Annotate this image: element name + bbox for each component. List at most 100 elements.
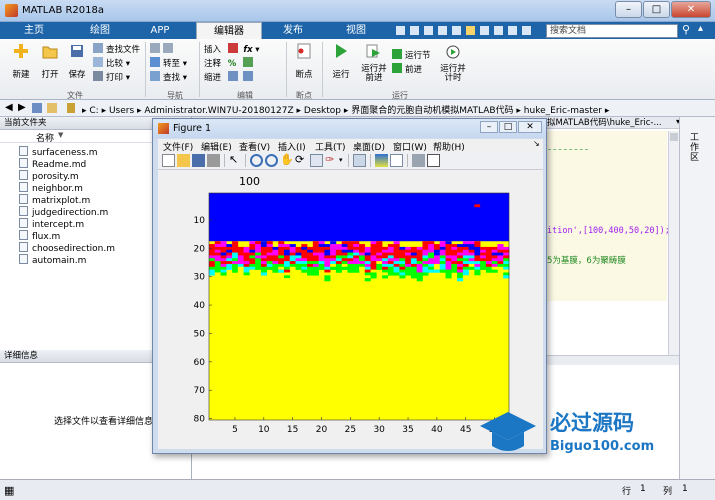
heatmap-cell xyxy=(307,246,314,251)
figure-minimize-button[interactable]: – xyxy=(480,121,498,133)
open-file-icon[interactable] xyxy=(177,154,190,167)
heatmap-cell xyxy=(387,263,394,268)
ribbon-collapse-icon[interactable]: ▴ xyxy=(698,23,703,34)
run-section-button[interactable]: 运行节 xyxy=(392,49,438,63)
list-item[interactable]: neighbor.m xyxy=(19,182,83,194)
heatmap-cell xyxy=(341,255,348,259)
breadcrumb[interactable]: ▸ C: ▸ Users ▸ Administrator.WIN7U-20180… xyxy=(82,103,609,116)
breakpoints-button[interactable]: 断点 xyxy=(291,43,317,80)
tab-apps[interactable]: APP xyxy=(130,22,190,39)
heatmap-cell xyxy=(243,272,250,276)
list-item[interactable]: flux.m xyxy=(19,230,60,242)
new-button[interactable]: 新建 xyxy=(8,43,34,80)
back-icon[interactable]: ◀ xyxy=(5,102,13,113)
figure-maximize-button[interactable]: □ xyxy=(499,121,517,133)
insert-button[interactable]: 插入 fx ▾ xyxy=(204,43,284,57)
heatmap-cell xyxy=(503,269,510,273)
data-cursor-icon[interactable] xyxy=(310,154,323,167)
run-advance-button[interactable]: 运行并前进 xyxy=(359,43,389,83)
heatmap-cell xyxy=(422,261,429,265)
pan-hand-icon[interactable]: ✋ xyxy=(280,154,294,167)
heatmap-cell xyxy=(209,261,216,265)
tab-publish[interactable]: 发布 xyxy=(263,22,323,39)
up-folder-icon[interactable] xyxy=(32,103,42,113)
minimize-button[interactable]: – xyxy=(615,1,642,18)
print-button[interactable]: 打印 ▾ xyxy=(93,71,143,85)
maximize-button[interactable]: □ xyxy=(643,1,670,18)
zoom-in-icon[interactable] xyxy=(250,154,263,167)
heatmap-cell xyxy=(341,252,348,256)
figure-close-button[interactable]: ✕ xyxy=(518,121,542,133)
heatmap-cell xyxy=(457,246,464,251)
m-file-icon xyxy=(19,206,28,216)
list-item[interactable]: judgedirection.m xyxy=(19,206,108,218)
list-item[interactable]: choosedirection.m xyxy=(19,242,115,254)
brush-icon[interactable]: ✑ xyxy=(325,154,338,167)
brush-dropdown-icon[interactable]: ▾ xyxy=(339,156,343,164)
heatmap-cell xyxy=(428,252,435,256)
heatmap-cell xyxy=(301,269,308,273)
find-button[interactable]: 查找 ▾ xyxy=(150,71,200,85)
heatmap-cell xyxy=(462,275,469,279)
legend-icon[interactable] xyxy=(390,154,403,167)
workspace-tab[interactable]: 工作区 xyxy=(690,133,700,163)
tab-view[interactable]: 视图 xyxy=(326,22,386,39)
save-figure-icon[interactable] xyxy=(192,154,205,167)
figure-title-bar[interactable]: Figure 1 – □ ✕ xyxy=(153,119,546,138)
quick-access-toolbar[interactable] xyxy=(394,24,544,37)
heatmap-cell xyxy=(214,263,221,268)
advance-button[interactable]: 前进 xyxy=(392,63,438,77)
show-plot-tools-icon[interactable] xyxy=(427,154,440,167)
heatmap-cell xyxy=(220,241,227,245)
list-item[interactable]: intercept.m xyxy=(19,218,84,230)
code-line: ition',[100,400,50,20]); xyxy=(547,226,670,236)
tab-home[interactable]: 主页 xyxy=(4,22,64,39)
heatmap-cell xyxy=(318,241,325,245)
list-item[interactable]: Readme.md xyxy=(19,158,86,170)
rotate-icon[interactable]: ⟳ xyxy=(295,154,308,167)
path-folder-icon xyxy=(67,103,75,113)
heatmap-cell xyxy=(462,263,469,268)
heatmap-cell xyxy=(462,255,469,259)
forward-icon[interactable]: ▶ xyxy=(18,102,26,113)
comment-button[interactable]: 注释 % xyxy=(204,57,284,71)
heatmap-cell xyxy=(226,258,233,262)
save-button[interactable]: 保存 xyxy=(64,43,90,80)
heatmap-cell xyxy=(485,252,492,256)
m-file-icon xyxy=(19,194,28,204)
search-icon[interactable]: ⚲ xyxy=(682,23,696,38)
list-item[interactable]: porosity.m xyxy=(19,170,79,182)
find-files-button[interactable]: 查找文件 xyxy=(93,43,143,57)
run-button[interactable]: 运行 xyxy=(327,43,355,80)
menu-dock-icon[interactable]: ↘ xyxy=(533,139,540,148)
print-figure-icon[interactable] xyxy=(207,154,220,167)
close-button[interactable]: ✕ xyxy=(671,1,711,18)
search-docs-input[interactable]: 搜索文档 xyxy=(546,24,678,38)
col-value: 1 xyxy=(682,484,688,494)
indent-button[interactable]: 缩进 xyxy=(204,71,284,85)
browse-folder-icon[interactable] xyxy=(47,103,57,113)
new-figure-icon[interactable] xyxy=(162,154,175,167)
list-item[interactable]: matrixplot.m xyxy=(19,194,90,206)
scroll-thumb[interactable] xyxy=(670,133,678,141)
heatmap-cell xyxy=(503,249,510,253)
compare-button[interactable]: 比较 ▾ xyxy=(93,57,143,71)
goto-button[interactable]: 转至 ▾ xyxy=(150,57,200,71)
list-item[interactable]: automain.m xyxy=(19,254,86,266)
tab-plots[interactable]: 绘图 xyxy=(70,22,130,39)
heatmap-cell xyxy=(307,266,314,270)
nav-arrows[interactable] xyxy=(150,43,200,57)
open-button[interactable]: 打开 xyxy=(37,43,63,80)
editor-path-tab[interactable]: 拟MATLAB代码\huke_Eric-... xyxy=(547,117,675,129)
tab-editor[interactable]: 编辑器 xyxy=(196,22,262,39)
list-item[interactable]: surfaceness.m xyxy=(19,146,98,158)
fx-icon[interactable]: fx xyxy=(243,45,252,55)
zoom-out-icon[interactable] xyxy=(265,154,278,167)
colorbar-icon[interactable] xyxy=(375,154,388,167)
heatmap-cell xyxy=(301,263,308,268)
run-and-time-button[interactable]: 运行并计时 xyxy=(438,43,468,83)
editor-scrollbar[interactable] xyxy=(668,131,679,356)
hide-plot-tools-icon[interactable] xyxy=(412,154,425,167)
link-plot-icon[interactable] xyxy=(353,154,366,167)
pointer-icon[interactable]: ↖ xyxy=(229,154,242,167)
